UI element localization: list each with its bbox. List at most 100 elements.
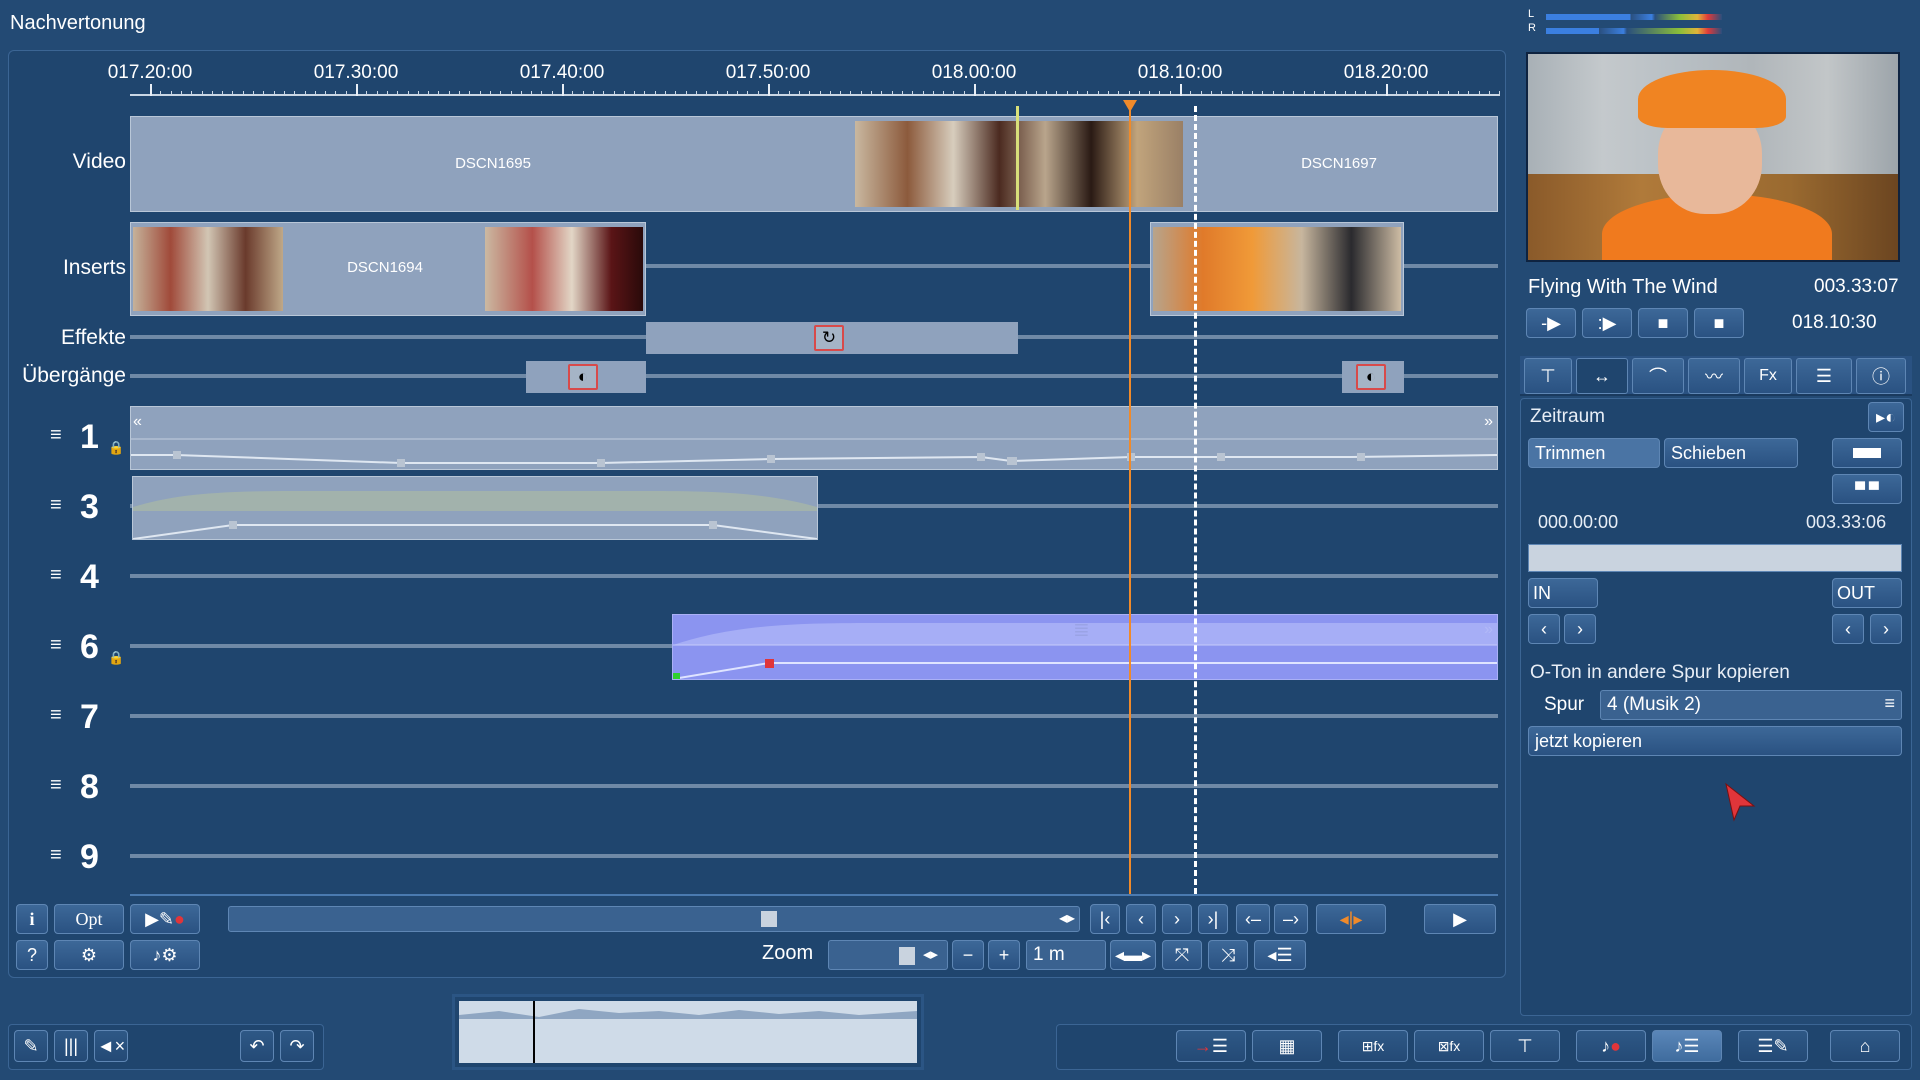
track-menu-icon[interactable]: ≡ xyxy=(50,844,62,867)
range-bar[interactable] xyxy=(1528,544,1902,572)
effect-clip[interactable]: ↻ xyxy=(646,322,1018,354)
zoom-selection-button[interactable]: ⤨ xyxy=(1208,940,1248,970)
insert-clip[interactable] xyxy=(1150,222,1404,316)
tab-mixer[interactable]: ☰ xyxy=(1796,358,1852,394)
track-menu-icon[interactable]: ≡ xyxy=(50,774,62,797)
track-menu-icon[interactable]: ≡ xyxy=(50,424,62,447)
ruler-tick xyxy=(1128,91,1130,96)
tab-insert[interactable]: ⊤ xyxy=(1524,358,1572,394)
in-button[interactable]: IN xyxy=(1528,578,1598,608)
go-to-start-button[interactable]: |‹ xyxy=(1090,904,1120,934)
effect-icon[interactable]: ↻ xyxy=(814,325,844,351)
volume-envelope[interactable] xyxy=(131,407,1497,469)
transition-clip[interactable]: ◐ xyxy=(526,361,646,393)
playhead-line[interactable] xyxy=(1129,100,1131,894)
ruler-tick xyxy=(1025,91,1027,96)
audio-record-button[interactable]: ♪● xyxy=(1576,1030,1646,1062)
tab-effects[interactable]: Fx xyxy=(1744,358,1792,394)
stop-end-button[interactable]: ■ xyxy=(1694,308,1744,338)
video-track-clip[interactable]: DSCN1695 DSCN1697 xyxy=(130,116,1498,212)
in-prev-button[interactable]: ‹ xyxy=(1528,614,1560,644)
jump-forward-button[interactable]: –› xyxy=(1274,904,1308,934)
tab-range-active[interactable]: ↔ xyxy=(1576,358,1628,394)
project-overview[interactable] xyxy=(452,994,924,1070)
zoom-out-button[interactable]: − xyxy=(952,940,984,970)
zoom-value-field[interactable]: 1 m xyxy=(1026,940,1106,970)
go-to-end-button[interactable]: ›| xyxy=(1198,904,1228,934)
audio-settings-button[interactable]: ♪⚙ xyxy=(130,940,200,970)
tab-info[interactable]: ⓘ xyxy=(1856,358,1906,394)
ruler-tick xyxy=(881,91,883,96)
transition-icon[interactable]: ◐ xyxy=(1356,364,1386,390)
play-selection-button[interactable]: :▶ xyxy=(1582,308,1632,338)
edit-marker-line[interactable] xyxy=(1194,106,1197,894)
shift-button[interactable]: Schieben xyxy=(1664,438,1798,468)
zoom-center-button[interactable]: ◂☰ xyxy=(1254,940,1306,970)
undo-button[interactable]: ↶ xyxy=(240,1030,274,1062)
copy-now-button[interactable]: jetzt kopieren xyxy=(1528,726,1902,756)
split-button[interactable]: ||| xyxy=(54,1030,88,1062)
tools-button[interactable]: ✎ xyxy=(14,1030,48,1062)
home-button[interactable]: ⌂ xyxy=(1830,1030,1900,1062)
help-button[interactable]: ? xyxy=(16,940,48,970)
list-edit-button[interactable]: ☰✎ xyxy=(1738,1030,1808,1062)
play-from-start-button[interactable]: -▶ xyxy=(1526,308,1576,338)
previous-frame-button[interactable]: ‹ xyxy=(1126,904,1156,934)
time-ruler[interactable]: 017.20:00 017.30:00 017.40:00 017.50:00 … xyxy=(108,54,1501,100)
options-button[interactable]: Opt xyxy=(54,904,124,934)
audio-clip-track-6-selected[interactable]: ≣ » xyxy=(672,614,1498,680)
scrollbar-thumb[interactable] xyxy=(761,911,777,927)
in-next-button[interactable]: › xyxy=(1564,614,1596,644)
transition-clip[interactable]: ◐ xyxy=(1342,361,1404,393)
track-menu-icon[interactable]: ≡ xyxy=(50,704,62,727)
redo-button[interactable]: ↷ xyxy=(280,1030,314,1062)
track-menu-icon[interactable]: ≡ xyxy=(50,564,62,587)
next-frame-button[interactable]: › xyxy=(1162,904,1192,934)
out-next-button[interactable]: › xyxy=(1870,614,1902,644)
range-toggle-button[interactable]: ▸◐ xyxy=(1868,402,1904,432)
stop-button[interactable]: ■ xyxy=(1638,308,1688,338)
audio-clip-track-3[interactable] xyxy=(132,476,818,540)
lock-icon[interactable]: 🔒 xyxy=(108,440,124,456)
trim-button[interactable]: Trimmen xyxy=(1528,438,1660,468)
settings-button[interactable]: ⚙ xyxy=(54,940,124,970)
marker-center-button[interactable]: ◂|▸ xyxy=(1316,904,1386,934)
fx-button[interactable]: ⊞fx xyxy=(1338,1030,1408,1062)
title-icon: ⊤ xyxy=(1517,1035,1533,1056)
overview-position-marker[interactable] xyxy=(533,1001,535,1063)
track-select-dropdown[interactable]: 4 (Musik 2) ≡ xyxy=(1600,690,1902,720)
lock-icon[interactable]: 🔒 xyxy=(108,650,124,666)
title-button[interactable]: ⊤ xyxy=(1490,1030,1560,1062)
zoom-in-button[interactable]: + xyxy=(988,940,1020,970)
track-menu-icon[interactable]: ≡ xyxy=(50,634,62,657)
range-split-button[interactable]: ▀ ▀ xyxy=(1832,474,1902,504)
zoom-slider-thumb[interactable] xyxy=(899,947,915,965)
play-edit-record-button[interactable]: ▶✎ ● xyxy=(130,904,200,934)
zoom-all-button[interactable]: ⤧ xyxy=(1162,940,1202,970)
playhead-handle[interactable] xyxy=(1123,100,1137,112)
timeline-scrollbar[interactable]: ◂▸ xyxy=(228,906,1080,932)
insert-button[interactable]: →☰ xyxy=(1176,1030,1246,1062)
out-button[interactable]: OUT xyxy=(1832,578,1902,608)
insert-clip[interactable]: DSCN1694 xyxy=(130,222,646,316)
out-prev-button[interactable]: ‹ xyxy=(1832,614,1864,644)
track-menu-icon[interactable]: ≡ xyxy=(50,494,62,517)
audio-dub-button-active[interactable]: ♪☰ xyxy=(1652,1030,1722,1062)
ruler-tick xyxy=(1087,91,1089,96)
zoom-fit-width-button[interactable]: ◂▬▸ xyxy=(1110,940,1156,970)
jump-back-button[interactable]: ‹– xyxy=(1236,904,1270,934)
grid-button[interactable]: ▦ xyxy=(1252,1030,1322,1062)
undo-icon: ↶ xyxy=(249,1035,265,1056)
scroll-arrows-icon[interactable]: ◂▸ xyxy=(1059,908,1075,928)
zoom-slider[interactable]: ◂▸ xyxy=(828,940,948,970)
audio-clip-track-1[interactable]: « » xyxy=(130,406,1498,470)
tab-envelope[interactable]: 〰 xyxy=(1688,358,1740,394)
info-button[interactable]: i xyxy=(16,904,48,934)
fx-remove-button[interactable]: ⊠fx xyxy=(1414,1030,1484,1062)
range-full-button[interactable] xyxy=(1832,438,1902,468)
info-icon: ⓘ xyxy=(1872,367,1890,387)
transition-icon[interactable]: ◐ xyxy=(568,364,598,390)
mute-button[interactable]: ◄× xyxy=(94,1030,128,1062)
tab-fade[interactable]: ⌒ xyxy=(1632,358,1684,394)
play-button[interactable]: ▶ xyxy=(1424,904,1496,934)
